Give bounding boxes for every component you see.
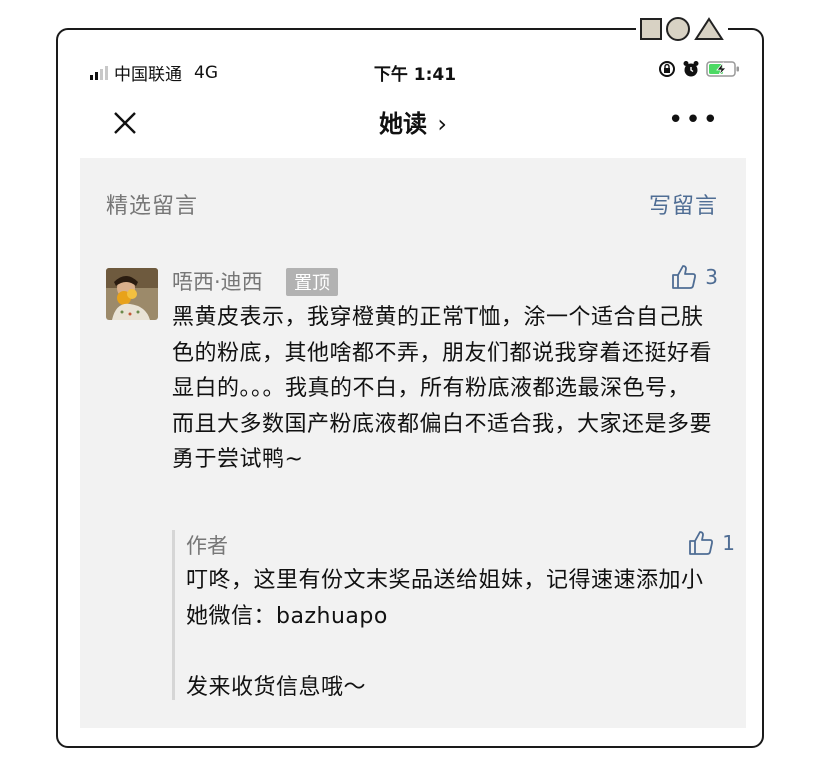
reply-like-button[interactable]: 1 [688, 530, 735, 556]
nav-bar: 她读 › ••• [80, 96, 746, 154]
triangle-icon [694, 17, 724, 40]
reply-like-count: 1 [722, 531, 735, 555]
chevron-right-icon: › [437, 110, 447, 138]
thumbs-up-icon [689, 531, 714, 555]
comment-author[interactable]: 唔西·迪西 [172, 266, 263, 296]
section-title: 精选留言 [106, 194, 199, 219]
circle-icon [666, 17, 690, 41]
status-bar: 中国联通 4G 下午 1:41 [90, 60, 740, 85]
author-reply: 作者 1 叮咚，这里有份文末奖品送给姐妹，记得速速添加小她微信：bazhuapo… [172, 530, 735, 700]
more-icon[interactable]: ••• [668, 107, 720, 133]
battery-charging-icon [706, 61, 739, 77]
reply-author: 作者 [186, 534, 228, 558]
comment-like-button[interactable]: 3 [671, 264, 718, 290]
page-title[interactable]: 她读 › [80, 104, 746, 139]
pinned-badge: 置顶 [286, 268, 338, 296]
alarm-icon [683, 61, 699, 77]
square-icon [640, 18, 662, 40]
comments-panel: 精选留言 写留言 唔西·迪西 置顶 3 黑黄皮表示，我穿橙黄的正常T恤，涂一个适… [80, 158, 746, 728]
avatar[interactable] [106, 268, 158, 320]
write-comment-button[interactable]: 写留言 [649, 188, 718, 220]
shape-decoration [636, 15, 728, 43]
comment-like-count: 3 [705, 265, 718, 289]
thumbs-up-icon [672, 265, 697, 289]
comment-text: 黑黄皮表示，我穿橙黄的正常T恤，涂一个适合自己肤色的粉底，其他啥都不弄，朋友们都… [172, 305, 713, 472]
clock: 下午 1:41 [373, 65, 457, 85]
alarm-lock-icon [659, 61, 675, 77]
reply-text: 叮咚，这里有份文末奖品送给姐妹，记得速速添加小她微信：bazhuapo 发来收货… [186, 568, 704, 700]
page-title-text: 她读 [379, 110, 428, 138]
